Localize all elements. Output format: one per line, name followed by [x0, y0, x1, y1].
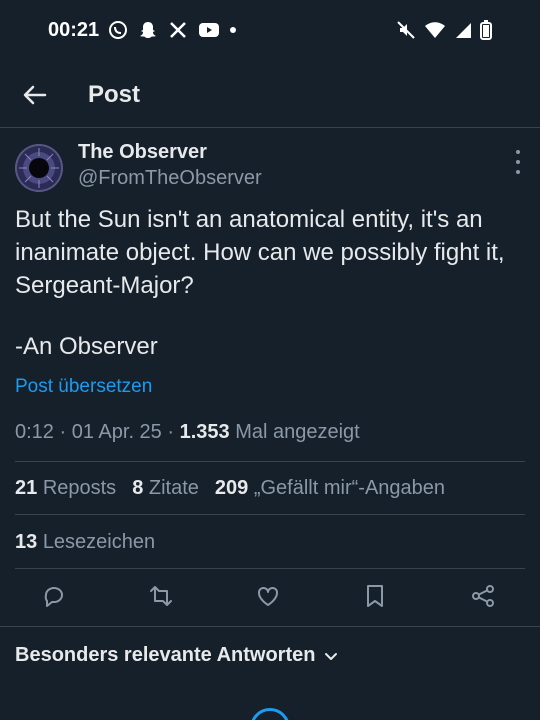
back-button[interactable]: [20, 80, 50, 110]
post-date[interactable]: 01 Apr. 25: [72, 421, 162, 443]
author-display-name[interactable]: The Observer: [78, 141, 207, 164]
bookmarks-label: Lesezeichen: [42, 531, 156, 553]
reposts-label: Reposts: [42, 477, 117, 499]
divider: [15, 514, 525, 515]
bookmarks-stat[interactable]: 13 Lesezeichen: [15, 531, 155, 554]
post-metadata: 0:12 · 01 Apr. 25 · 1.353 Mal angezeigt: [15, 421, 360, 444]
meta-separator: ·: [167, 421, 180, 443]
quotes-stat[interactable]: 8 Zitate: [132, 477, 199, 500]
view-count-label: Mal angezeigt: [235, 421, 360, 443]
system-icons: [396, 20, 492, 40]
author-handle[interactable]: @FromTheObserver: [78, 167, 262, 190]
mute-icon: [397, 21, 415, 39]
share-icon: [472, 585, 494, 607]
youtube-icon: [199, 23, 219, 37]
page-title: Post: [88, 81, 141, 108]
post-text: But the Sun isn't an anatomical entity, …: [15, 203, 530, 302]
likes-label: „Gefällt mir“-Angaben: [253, 477, 446, 499]
likes-count: 209: [214, 477, 249, 499]
battery-icon: [480, 20, 492, 40]
notification-icons: [108, 20, 236, 40]
reply-sort-dropdown[interactable]: Besonders relevante Antworten: [15, 644, 339, 667]
post-signature: -An Observer: [15, 333, 158, 360]
bookmark-button[interactable]: [361, 582, 389, 610]
view-count: 1.353: [179, 421, 230, 443]
wifi-icon: [425, 22, 445, 38]
signal-icon: [456, 23, 471, 38]
avatar[interactable]: [15, 144, 63, 192]
translate-post-link[interactable]: Post übersetzen: [15, 376, 152, 398]
like-button[interactable]: [254, 582, 282, 610]
divider: [0, 626, 540, 627]
reposts-count: 21: [15, 477, 38, 499]
app-header: Post: [0, 62, 540, 128]
post-time[interactable]: 0:12: [15, 421, 54, 443]
chevron-down-icon: [325, 652, 338, 660]
repost-button[interactable]: [147, 582, 175, 610]
more-notifications-dot: [230, 27, 236, 33]
heart-icon: [258, 586, 278, 606]
divider: [15, 568, 525, 569]
snapchat-icon: [140, 22, 156, 38]
status-bar: 00:21: [0, 0, 540, 62]
reply-icon: [44, 587, 63, 607]
status-time: 00:21: [48, 19, 100, 41]
bookmark-icon: [367, 585, 383, 607]
share-button[interactable]: [469, 582, 497, 610]
repost-icon: [150, 586, 172, 606]
iris-avatar-image: [17, 146, 61, 190]
reply-button[interactable]: [40, 582, 68, 610]
reposts-stat[interactable]: 21 Reposts: [15, 477, 116, 500]
more-options-icon[interactable]: [514, 150, 522, 174]
quotes-count: 8: [132, 477, 144, 499]
arrow-left-icon: [23, 85, 47, 105]
bookmarks-count: 13: [15, 531, 38, 553]
meta-separator: ·: [59, 421, 72, 443]
divider: [15, 461, 525, 462]
loading-spinner: [250, 708, 290, 720]
likes-stat[interactable]: 209 „Gefällt mir“-Angaben: [215, 477, 445, 500]
x-logo-icon: [170, 22, 186, 38]
post-body: But the Sun isn't an anatomical entity, …: [15, 206, 512, 299]
reply-sort-label: Besonders relevante Antworten: [15, 644, 316, 666]
quotes-label: Zitate: [148, 477, 199, 499]
engagement-stats: 21 Reposts 8 Zitate 209 „Gefällt mir“-An…: [15, 477, 445, 500]
whatsapp-icon: [109, 21, 127, 39]
action-bar: [0, 582, 540, 614]
